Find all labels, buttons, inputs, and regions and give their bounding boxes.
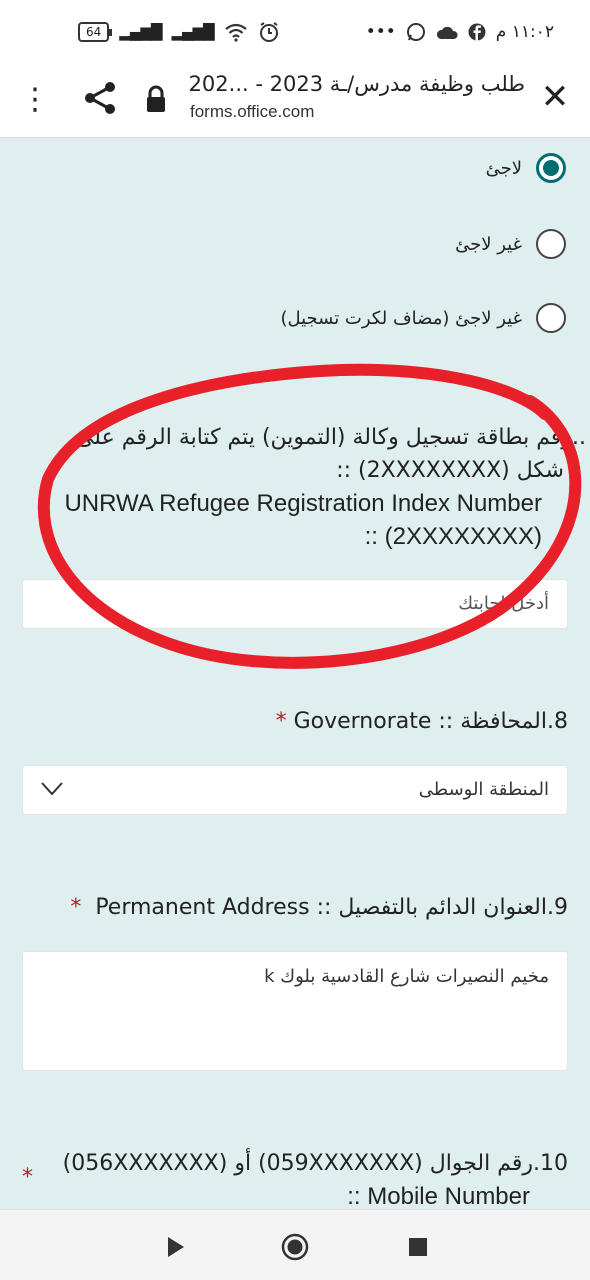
signal-icon: ▂▄▆█ (119, 23, 162, 41)
question-unrwa-number: ..رقم بطاقة تسجيل وكالة (التموين) يتم كت… (0, 421, 586, 553)
wifi-icon (224, 23, 247, 42)
close-icon[interactable]: ✕ (538, 80, 572, 114)
question-permanent-address: 9.العنوان الدائم بالتفصيل :: Permanent A… (8, 891, 568, 924)
radio-label: غير لاجئ (مضاف لكرت تسجيل) (280, 307, 522, 329)
question-number: 8. (547, 709, 568, 734)
question-text-line: :: Mobile Number (347, 1183, 530, 1209)
navigation-bar (0, 1209, 590, 1280)
browser-toolbar: ⋮ طلب وظيفة مدرس/ـة 2023 - ...202 forms.… (0, 64, 590, 138)
question-number: 10. (533, 1151, 568, 1176)
radio-button-selected[interactable] (536, 153, 566, 183)
unrwa-number-input[interactable]: أدخل إجابتك (22, 579, 568, 629)
more-notifications-icon: ••• (365, 22, 396, 42)
page-title: طلب وظيفة مدرس/ـة 2023 - ...202 (188, 72, 525, 96)
cloud-icon (436, 26, 458, 39)
question-label: العنوان الدائم بالتفصيل :: Permanent Add… (95, 895, 547, 920)
select-value: المنطقة الوسطى (418, 779, 549, 800)
back-nav-icon[interactable] (160, 1232, 190, 1262)
governorate-select[interactable]: المنطقة الوسطى (22, 765, 568, 815)
signal-icon-2: ▂▄▆█ (171, 23, 214, 41)
address-textarea[interactable]: مخيم النصيرات شارع القادسية بلوك k (22, 951, 568, 1071)
status-left: 64 ▂▄▆█ ▂▄▆█ (78, 21, 280, 43)
question-label: رقم الجوال (059XXXXXXX) أو (056XXXXXXX) (62, 1151, 533, 1176)
required-marker: * (275, 709, 287, 734)
clock: ١١:٠٢ م (495, 22, 554, 42)
radio-button[interactable] (536, 229, 566, 259)
question-text-line: UNRWA Refugee Registration Index Number (64, 490, 542, 517)
form-content: لاجئ غير لاجئ غير لاجئ (مضاف لكرت تسجيل)… (0, 139, 590, 1209)
question-label: المحافظة :: Governorate (293, 709, 547, 734)
radio-option-non-refugee-added[interactable]: غير لاجئ (مضاف لكرت تسجيل) (280, 303, 566, 333)
home-nav-icon[interactable] (280, 1232, 310, 1262)
required-marker: * (70, 895, 82, 920)
whatsapp-icon (406, 23, 425, 41)
status-right: ••• ١١:٠٢ م (366, 22, 554, 42)
radio-label: غير لاجئ (455, 233, 522, 255)
more-vert-icon[interactable]: ⋮ (20, 80, 50, 120)
radio-option-refugee[interactable]: لاجئ (486, 153, 566, 183)
radio-button[interactable] (536, 303, 566, 333)
question-text-line: :: (2XXXXXXXX) (364, 523, 542, 550)
chevron-down-icon (41, 782, 63, 796)
radio-label: لاجئ (485, 157, 522, 179)
lock-icon (147, 85, 165, 112)
facebook-icon (468, 23, 486, 41)
recents-nav-icon[interactable] (403, 1232, 433, 1262)
alarm-icon (259, 22, 278, 42)
share-icon[interactable] (80, 78, 120, 118)
required-marker: * (22, 1165, 33, 1190)
url-text[interactable]: forms.office.com (190, 102, 314, 122)
question-number: 9. (547, 895, 568, 920)
status-bar: 64 ▂▄▆█ ▂▄▆█ ••• ١١:٠٢ م (0, 0, 590, 64)
battery-icon: 64 (78, 22, 113, 42)
question-governorate: 8.المحافظة :: Governorate * (8, 705, 568, 738)
question-mobile: 10.رقم الجوال (059XXXXXXX) أو (056XXXXXX… (8, 1147, 568, 1209)
question-text-line: شكل (2XXXXXXXX) :: (336, 458, 564, 483)
radio-option-non-refugee[interactable]: غير لاجئ (455, 229, 566, 259)
question-text-line: ..رقم بطاقة تسجيل وكالة (التموين) يتم كت… (75, 425, 586, 450)
